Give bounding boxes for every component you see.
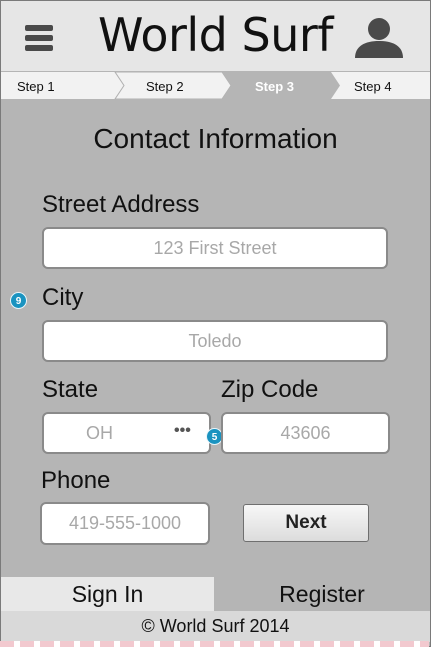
more-options-icon[interactable]: ••• (174, 412, 191, 450)
annotation-badge-9: 9 (10, 292, 27, 309)
street-address-label: Street Address (42, 191, 200, 218)
zip-code-label: Zip Code (221, 376, 319, 403)
step-labels: Step 1 Step 2 Step 3 Step 4 (1, 72, 430, 99)
city-label: City (42, 284, 84, 311)
copyright-text: © World Surf 2014 (1, 611, 430, 642)
register-tab[interactable]: Register (214, 577, 430, 611)
zip-code-input[interactable]: 43606 (221, 412, 390, 454)
phone-input[interactable]: 419-555-1000 (40, 502, 210, 545)
section-title: Contact Information (93, 123, 338, 154)
app-frame: World Surf Step 1 Step 2 Step 3 Step 4 C… (0, 0, 431, 647)
step-1[interactable]: Step 1 (17, 72, 55, 99)
state-value: OH (86, 423, 113, 443)
sign-in-tab[interactable]: Sign In (1, 577, 214, 611)
phone-label: Phone (41, 467, 111, 494)
step-3-current[interactable]: Step 3 (255, 72, 294, 99)
bottom-decorative-strip (0, 641, 429, 647)
app-header: World Surf (1, 1, 430, 71)
step-2[interactable]: Step 2 (146, 72, 184, 99)
step-4[interactable]: Step 4 (354, 72, 392, 99)
state-label: State (42, 376, 99, 403)
next-button[interactable]: Next (243, 504, 369, 542)
city-input[interactable]: Toledo (42, 320, 388, 362)
user-profile-icon[interactable] (353, 16, 405, 58)
state-select[interactable]: OH ••• (42, 412, 211, 454)
street-address-input[interactable]: 123 First Street (42, 227, 388, 269)
